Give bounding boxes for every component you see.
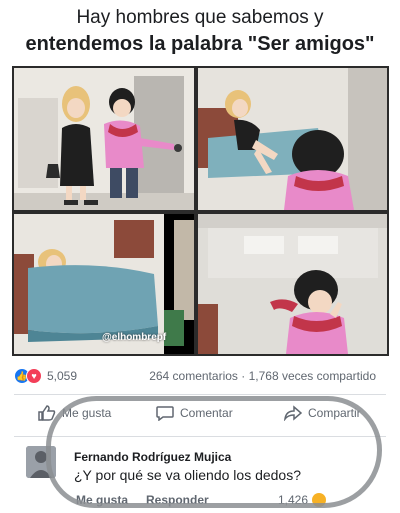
- comments-shares-summary: 264 comentarios · 1,768 veces compartido: [149, 369, 376, 383]
- avatar[interactable]: [26, 446, 56, 478]
- post-stats: 👍 ♥ 5,059 264 comentarios · 1,768 veces …: [14, 367, 386, 387]
- like-button-label: Me gusta: [62, 406, 112, 420]
- comment-bubble-icon: [156, 406, 174, 421]
- share-button-label: Compartir: [308, 406, 361, 420]
- reaction-summary[interactable]: 👍 ♥ 5,059: [14, 368, 77, 384]
- divider-top: [14, 394, 386, 395]
- comment-text: ¿Y por qué se va oliendo los dedos?: [74, 467, 302, 483]
- comment-reaction-count: 1,426: [278, 493, 309, 507]
- stats-separator: ·: [241, 369, 246, 383]
- share-arrow-icon: [284, 405, 302, 421]
- comment-reply-link[interactable]: Responder: [146, 493, 209, 507]
- like-button[interactable]: Me gusta: [38, 405, 111, 421]
- comment-button[interactable]: Comentar: [156, 405, 233, 421]
- share-button[interactable]: Compartir: [284, 405, 361, 421]
- comment-button-label: Comentar: [180, 406, 233, 420]
- share-count-link[interactable]: 1,768 veces compartido: [249, 369, 376, 383]
- haha-reaction-icon: [312, 493, 327, 507]
- divider-bottom: [14, 436, 386, 437]
- comic-image[interactable]: @elhombrepf: [12, 66, 389, 356]
- comment-reaction-summary[interactable]: 1,426: [278, 493, 327, 507]
- comic-panel-2: [198, 68, 387, 210]
- comic-panel-4: [198, 214, 387, 354]
- comic-panel-3: @elhombrepf: [14, 214, 194, 354]
- love-reaction-icon: ♥: [26, 368, 42, 384]
- comment-like-link[interactable]: Me gusta: [76, 493, 128, 507]
- comic-panel-1: [14, 68, 194, 210]
- comment-author[interactable]: Fernando Rodríguez Mujica: [74, 450, 231, 464]
- reaction-count: 5,059: [47, 369, 78, 383]
- post-action-bar: Me gusta Comentar Compartir: [14, 405, 386, 429]
- thumbs-up-icon: [38, 405, 56, 421]
- watermark: @elhombrepf: [102, 332, 167, 343]
- comment-count-link[interactable]: 264 comentarios: [149, 369, 238, 383]
- meme-title: Hay hombres que sabemos y entendemos la …: [0, 4, 400, 58]
- meme-title-line2: entendemos la palabra "Ser amigos": [25, 33, 375, 55]
- meme-title-line1: Hay hombres que sabemos y: [76, 7, 324, 28]
